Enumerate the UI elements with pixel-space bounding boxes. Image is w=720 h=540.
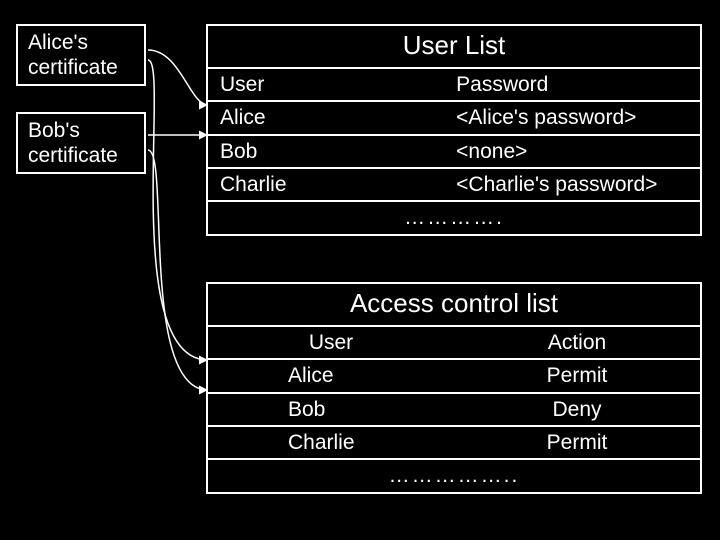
action-cell: Deny	[454, 394, 700, 425]
arrow-bob-to-acl	[148, 150, 208, 390]
acl-ellipsis: ……………..	[208, 460, 700, 492]
certificate-bob: Bob's certificate	[16, 112, 146, 174]
action-cell: Permit	[454, 427, 700, 458]
acl-title: Access control list	[208, 284, 700, 327]
user-list-header-user: User	[208, 69, 444, 100]
table-row: User Action	[208, 327, 700, 360]
user-list-ellipsis: ………….	[208, 202, 700, 234]
certificate-alice-label: Alice's certificate	[28, 31, 118, 79]
user-list-header-password: Password	[444, 69, 700, 100]
user-list-title: User List	[208, 26, 700, 69]
acl-header-user: User	[208, 327, 454, 358]
user-cell: Bob	[208, 394, 454, 425]
table-row: Alice Permit	[208, 360, 700, 393]
table-row: Bob <none>	[208, 136, 700, 169]
password-cell: <Alice's password>	[444, 102, 700, 133]
acl-header-action: Action	[454, 327, 700, 358]
acl-table: Access control list User Action Alice Pe…	[206, 282, 702, 494]
table-row: Bob Deny	[208, 394, 700, 427]
user-cell: Alice	[208, 102, 444, 133]
arrow-alice-to-acl	[148, 60, 208, 360]
certificate-alice: Alice's certificate	[16, 24, 146, 86]
user-list-table: User List User Password Alice <Alice's p…	[206, 24, 702, 236]
user-cell: Alice	[208, 360, 454, 391]
arrow-alice-to-userlist	[148, 50, 208, 105]
user-cell: Bob	[208, 136, 444, 167]
certificate-bob-label: Bob's certificate	[28, 119, 118, 167]
user-cell: Charlie	[208, 169, 444, 200]
table-row: Alice <Alice's password>	[208, 102, 700, 135]
table-row: Charlie Permit	[208, 427, 700, 460]
user-cell: Charlie	[208, 427, 454, 458]
password-cell: <none>	[444, 136, 700, 167]
table-row: User Password	[208, 69, 700, 102]
table-row: Charlie <Charlie's password>	[208, 169, 700, 202]
password-cell: <Charlie's password>	[444, 169, 700, 200]
action-cell: Permit	[454, 360, 700, 391]
